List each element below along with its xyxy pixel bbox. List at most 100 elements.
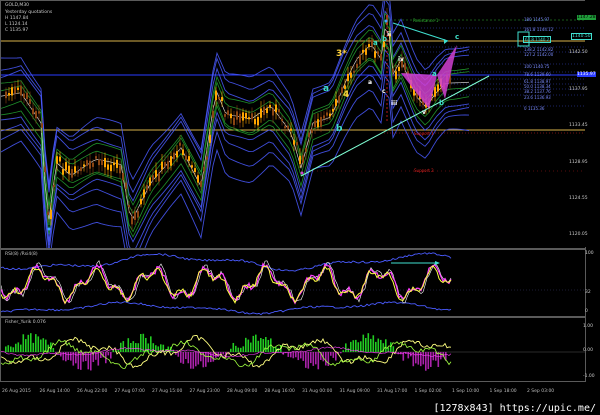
fisher-histogram-bar [132, 341, 135, 352]
candle-body [344, 85, 346, 89]
candle-body [272, 108, 274, 116]
fib-box-label: 61.8 1140.2 [523, 36, 552, 43]
signal-arrow [47, 227, 51, 231]
candle-body [38, 111, 40, 114]
candle-body [281, 119, 283, 122]
candle-body [119, 165, 121, 174]
time-tick: 26 Aug 22:00 [77, 389, 108, 394]
price-badge-cyan: 1140.50 [571, 33, 592, 40]
fisher-histogram-bar [365, 338, 367, 352]
time-tick: 2 Sep 03:00 [527, 389, 555, 394]
fisher-histogram-bar [12, 347, 15, 352]
candle-body [320, 116, 322, 127]
candle-body [332, 108, 334, 112]
candle-body [353, 70, 355, 73]
candle-body [365, 48, 367, 55]
candle-body [89, 160, 91, 169]
fisher-histogram-bar [182, 352, 185, 364]
candle-body [356, 63, 358, 68]
price-tick-5: 1128.95 [569, 160, 588, 165]
candle-body [323, 115, 325, 119]
candle-body [260, 108, 262, 118]
candle-body [149, 177, 151, 186]
fisher-histogram-bar [425, 352, 427, 371]
candle-body [308, 132, 310, 138]
candle-body [404, 63, 406, 70]
price-tick-7: 1120.05 [569, 232, 588, 237]
candle-body [275, 104, 277, 113]
fisher-histogram-bar [20, 344, 22, 352]
price-chart-panel[interactable]: GOLD,M30 Yesterday quotations H 1147.84 … [0, 0, 586, 249]
fib-0: 0 1135.36 [524, 106, 545, 111]
time-tick: 31 Aug 00:00 [302, 389, 333, 394]
fisher-histogram-bar [437, 352, 440, 367]
fisher-histogram-bar [387, 347, 390, 352]
time-tick: 27 Aug 07:00 [114, 389, 145, 394]
fisher-histogram-bar [10, 346, 12, 352]
candle-body [188, 156, 190, 161]
fisher-histogram-bar [180, 352, 182, 363]
candle-body [140, 198, 142, 205]
fisher-histogram-bar [315, 352, 317, 365]
candle-body [221, 97, 223, 102]
price-chart-svg [1, 1, 585, 248]
candle-body [302, 155, 304, 163]
signal-arrow [300, 171, 304, 175]
fisher-histogram-bar [195, 352, 197, 367]
fisher-histogram-bar [120, 342, 122, 352]
candle-body [299, 155, 301, 164]
candle-body [125, 182, 127, 189]
candle-body [14, 86, 16, 94]
fisher-histogram-bar [17, 342, 20, 352]
candle-body [23, 93, 25, 98]
candle-body [110, 164, 112, 172]
candle-body [314, 120, 316, 128]
candle-body [101, 159, 103, 165]
candle-body [26, 92, 28, 100]
chart-title: GOLD,M30 [5, 3, 30, 8]
fisher-histogram-bar [252, 335, 255, 352]
fib-38: 38.2 1137.76 [524, 89, 551, 94]
fisher-svg [1, 333, 585, 371]
candle-body [293, 140, 295, 145]
candle-body [212, 110, 214, 118]
candle-body [335, 99, 337, 106]
rsi-yellow-line [1, 265, 452, 305]
candle-body [158, 173, 160, 182]
candle-body [176, 151, 178, 158]
candle-body [8, 92, 10, 96]
fib-78: 78.6 1139.60 [524, 72, 551, 77]
fisher-histogram-bar [125, 348, 127, 352]
fisher-histogram-bar [70, 352, 72, 361]
candle-body [296, 142, 298, 146]
candle-body [11, 87, 13, 96]
time-tick: 27 Aug 23:00 [189, 389, 220, 394]
wave-label-c-target: c [455, 33, 460, 41]
fisher-histogram-bar [242, 346, 245, 352]
ma-blue-band [1, 1, 470, 185]
candle-body [230, 113, 232, 119]
candle-body [206, 156, 208, 160]
fisher-histogram-bar [302, 352, 305, 361]
fisher-histogram-bar [15, 343, 17, 352]
time-tick: 28 Aug 09:00 [227, 389, 258, 394]
candle-body [197, 175, 199, 183]
rsi-panel[interactable]: RSI(8) /Rsi4(8) [0, 249, 586, 317]
fib-23: 23.6 1136.93 [524, 95, 551, 100]
fisher-histogram-bar [207, 352, 210, 363]
fisher-histogram-bar [135, 343, 137, 352]
fisher-histogram-bar [32, 342, 35, 352]
candle-body [86, 160, 88, 167]
candle-body [92, 162, 94, 167]
candle-body [236, 111, 238, 120]
info-line-1: Yesterday quotations [5, 10, 53, 15]
candle-body [347, 73, 349, 82]
wave-label-c-small: c [382, 88, 386, 95]
candle-body [155, 170, 157, 178]
candle-body [377, 51, 379, 55]
fisher-histogram-bar [40, 339, 42, 352]
wave-label-v: v [422, 109, 426, 116]
fisher-histogram-bar [222, 352, 225, 355]
candle-body [182, 149, 184, 156]
fisher-panel[interactable]: Fisher_Yurik 0.076 [0, 317, 586, 382]
